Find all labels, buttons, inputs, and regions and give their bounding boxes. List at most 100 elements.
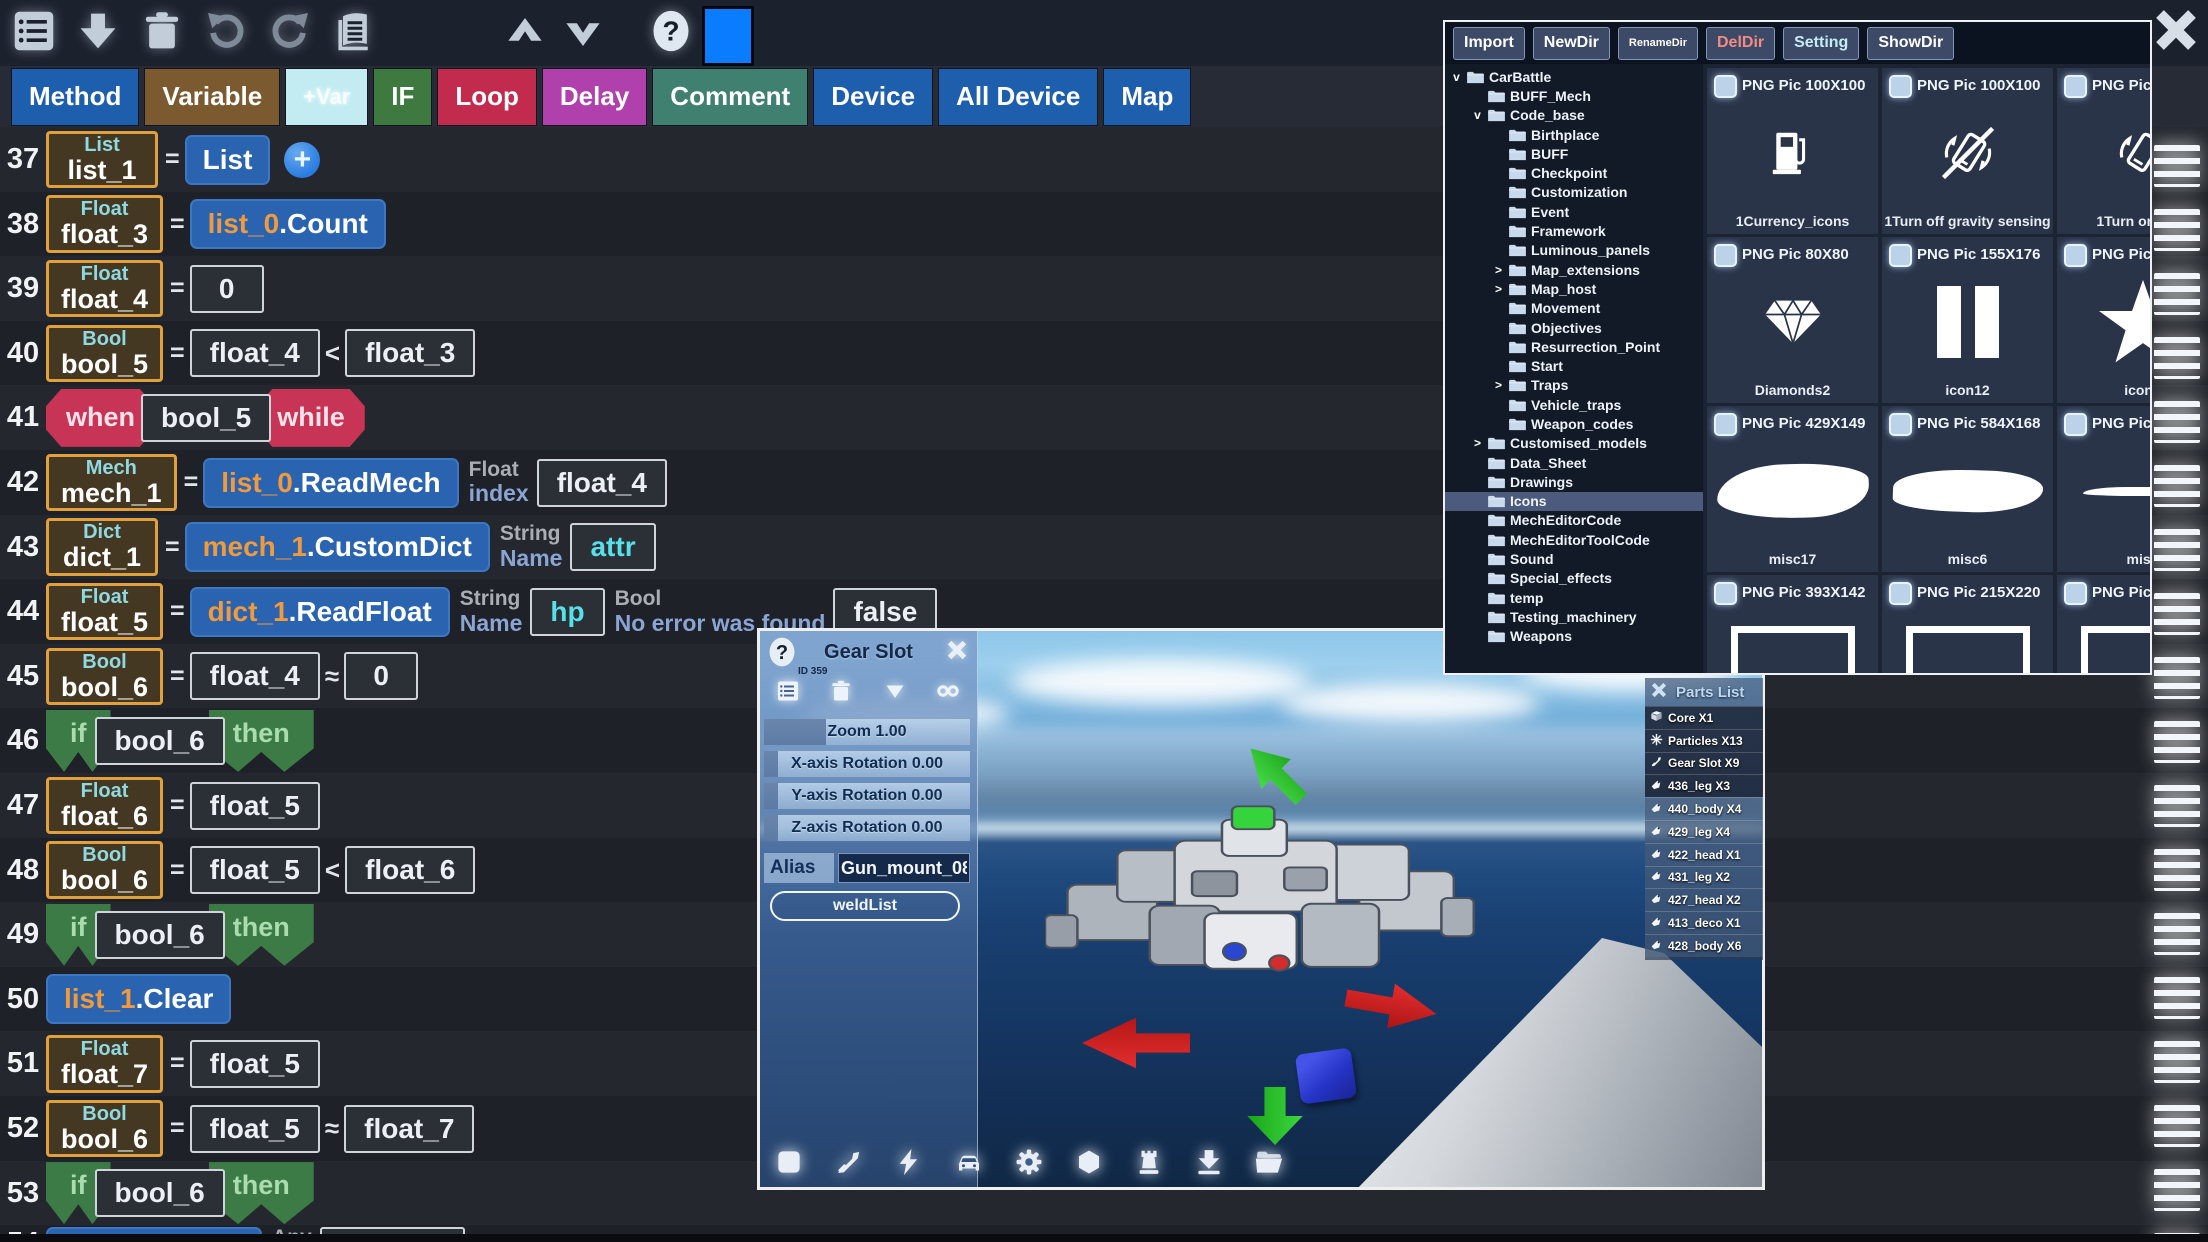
value-box[interactable]: 0 <box>344 652 418 700</box>
asset-card-misc-8[interactable]: PNG Pic 581misc <box>2057 406 2152 572</box>
trash-icon[interactable] <box>829 679 853 703</box>
checkbox[interactable] <box>1889 75 1912 98</box>
tree-item-event[interactable]: Event <box>1445 202 1703 221</box>
chevron-collapsed-icon[interactable]: > <box>1470 436 1485 450</box>
gizmo-arrow-red-left[interactable] <box>1082 1013 1190 1073</box>
hamburger-icon[interactable] <box>2154 1105 2200 1147</box>
tree-item-special-effects[interactable]: Special_effects <box>1445 569 1703 588</box>
checkbox[interactable] <box>1889 582 1912 605</box>
palette-method-button[interactable]: Method <box>11 68 139 126</box>
value-box[interactable]: attr <box>570 523 655 571</box>
chevron-expanded-icon[interactable]: v <box>1449 70 1464 84</box>
part-item-440-body-x4[interactable]: 440_body X4 <box>1645 797 1763 820</box>
var-decl-float_7[interactable]: Floatfloat_7 <box>46 1035 163 1092</box>
value-box[interactable]: float_4 <box>190 652 320 700</box>
hamburger-icon[interactable] <box>2154 913 2200 955</box>
download-box-icon[interactable] <box>1194 1147 1224 1177</box>
hamburger-icon[interactable] <box>2154 1041 2200 1083</box>
call-block[interactable]: mech_1.CustomDict <box>185 522 490 572</box>
value-box[interactable]: bool_6 <box>95 717 225 765</box>
newdir-button[interactable]: NewDir <box>1533 27 1610 60</box>
tree-item-weapon-codes[interactable]: Weapon_codes <box>1445 414 1703 433</box>
slider-y-axis[interactable]: Y-axis Rotation 0.00 <box>764 783 970 809</box>
var-decl-bool_5[interactable]: Boolbool_5 <box>46 325 163 382</box>
close-icon[interactable] <box>944 637 970 663</box>
part-item-431-leg-x2[interactable]: 431_leg X2 <box>1645 866 1763 889</box>
checkbox[interactable] <box>1889 413 1912 436</box>
tree-item-mecheditorcode[interactable]: MechEditorCode <box>1445 511 1703 530</box>
chevron-down-icon[interactable] <box>561 11 605 58</box>
car-icon[interactable] <box>954 1147 984 1177</box>
hexagon-icon[interactable] <box>1074 1147 1104 1177</box>
var-decl-float_4[interactable]: Floatfloat_4 <box>46 260 163 317</box>
hamburger-icon[interactable] <box>2154 721 2200 763</box>
setting-button[interactable]: Setting <box>1783 27 1859 60</box>
part-item-core-x1[interactable]: Core X1 <box>1645 706 1763 729</box>
hamburger-icon[interactable] <box>2154 849 2200 891</box>
chevron-up-icon[interactable] <box>503 11 547 58</box>
download-icon[interactable] <box>76 9 120 53</box>
part-item-429-leg-x4[interactable]: 429_leg X4 <box>1645 820 1763 843</box>
var-decl-bool_6[interactable]: Boolbool_6 <box>46 841 163 898</box>
renamedir-button[interactable]: RenameDir <box>1618 27 1698 60</box>
part-item-427-head-x2[interactable]: 427_head X2 <box>1645 888 1763 911</box>
var-decl-list_1[interactable]: Listlist_1 <box>46 131 158 188</box>
value-box[interactable]: hp <box>530 588 604 636</box>
tree-item-traps[interactable]: >Traps <box>1445 376 1703 395</box>
chevron-collapsed-icon[interactable]: > <box>1491 282 1506 296</box>
chevron-expanded-icon[interactable]: v <box>1470 108 1485 122</box>
color-swatch[interactable] <box>702 6 754 66</box>
value-box[interactable]: 0 <box>190 265 264 313</box>
tree-item-drawings[interactable]: Drawings <box>1445 472 1703 491</box>
tree-item-mecheditortoolcode[interactable]: MechEditorToolCode <box>1445 530 1703 549</box>
call-block[interactable]: dict_1.ReadFloat <box>190 587 450 637</box>
value-box[interactable]: float_5 <box>190 846 320 894</box>
slider-x-axis[interactable]: X-axis Rotation 0.00 <box>764 751 970 777</box>
tree-item-temp[interactable]: temp <box>1445 588 1703 607</box>
checkbox[interactable] <box>1714 582 1737 605</box>
call-block[interactable]: list_1.Clear <box>46 974 231 1024</box>
value-box[interactable]: float_6 <box>345 846 475 894</box>
asset-card-png-pic-197-11[interactable]: PNG Pic 197 <box>2057 575 2152 675</box>
hamburger-icon[interactable] <box>2154 593 2200 635</box>
var-decl-float_3[interactable]: Floatfloat_3 <box>46 195 163 252</box>
help-button[interactable]: ? <box>648 9 694 57</box>
var-decl-bool_6[interactable]: Boolbool_6 <box>46 648 163 705</box>
tree-item-checkpoint[interactable]: Checkpoint <box>1445 163 1703 182</box>
call-block[interactable]: List <box>185 135 271 185</box>
checkbox[interactable] <box>2064 75 2087 98</box>
part-item-422-head-x1[interactable]: 422_head X1 <box>1645 843 1763 866</box>
asset-card-misc17-6[interactable]: PNG Pic 429X149misc17 <box>1707 406 1878 572</box>
tree-item-data-sheet[interactable]: Data_Sheet <box>1445 453 1703 472</box>
slider-z-axis[interactable]: Z-axis Rotation 0.00 <box>764 815 970 841</box>
asset-card-diamonds2-3[interactable]: PNG Pic 80X80Diamonds2 <box>1707 237 1878 403</box>
asset-card-icon12-4[interactable]: PNG Pic 155X176icon12 <box>1882 237 2053 403</box>
hamburger-icon[interactable] <box>2154 209 2200 251</box>
tree-item-customised-models[interactable]: >Customised_models <box>1445 434 1703 453</box>
weldlist-button[interactable]: weldList <box>770 891 960 921</box>
asset-card-icon1-5[interactable]: PNG Pic 184icon1 <box>2057 237 2152 403</box>
hamburger-icon[interactable] <box>2154 145 2200 187</box>
tree-item-buff[interactable]: BUFF <box>1445 144 1703 163</box>
lightning-icon[interactable] <box>894 1147 924 1177</box>
asset-card-1turn-off-gravity-sensing-1[interactable]: PNG Pic 100X1001Turn off gravity sensing <box>1882 68 2053 234</box>
tree-item-buff-mech[interactable]: BUFF_Mech <box>1445 86 1703 105</box>
hamburger-icon[interactable] <box>2154 401 2200 443</box>
blue-cube[interactable] <box>1295 1047 1357 1104</box>
hamburger-icon[interactable] <box>2154 785 2200 827</box>
palette-device-button[interactable]: Device <box>813 68 933 126</box>
slider-zoom[interactable]: Zoom 1.00 <box>764 719 970 745</box>
palette-var-button[interactable]: +Var <box>285 68 368 126</box>
var-decl-dict_1[interactable]: Dictdict_1 <box>46 518 158 575</box>
value-box[interactable]: bool_6 <box>95 911 225 959</box>
question-icon[interactable]: ? <box>650 8 692 59</box>
folder-icon[interactable] <box>1254 1147 1284 1177</box>
tree-item-icons[interactable]: Icons <box>1445 492 1703 511</box>
checkbox[interactable] <box>1714 244 1737 267</box>
value-box[interactable]: float_5 <box>190 782 320 830</box>
palette-delay-button[interactable]: Delay <box>542 68 647 126</box>
value-box[interactable]: float_7 <box>344 1105 474 1153</box>
keyword-when[interactable]: when <box>46 389 155 447</box>
checkbox[interactable] <box>1714 75 1737 98</box>
infinity-icon[interactable] <box>936 679 960 703</box>
